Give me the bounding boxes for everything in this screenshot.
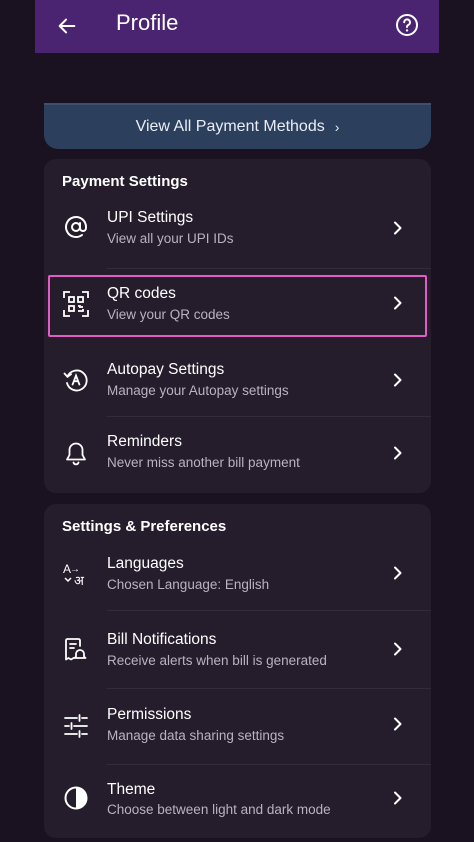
menu-item-languages[interactable]: A → अ Languages Chosen Language: English <box>44 544 431 616</box>
help-icon <box>396 14 418 36</box>
divider <box>107 610 431 611</box>
menu-item-title: UPI Settings <box>107 209 194 226</box>
autopay-icon <box>62 366 90 394</box>
at-icon <box>62 213 90 241</box>
language-icon: A → अ <box>62 560 90 588</box>
chevron-right-icon <box>394 717 402 731</box>
menu-item-permissions[interactable]: Permissions Manage data sharing settings <box>44 696 431 768</box>
view-all-payment-methods-label: View All Payment Methods <box>135 118 325 135</box>
menu-item-title: Reminders <box>107 433 182 450</box>
chevron-right-icon <box>394 373 402 387</box>
settings-preferences-heading: Settings & Preferences <box>62 518 227 535</box>
help-button[interactable] <box>394 12 420 38</box>
menu-item-upi-settings[interactable]: UPI Settings View all your UPI IDs <box>44 197 431 269</box>
bell-icon <box>62 440 90 468</box>
back-button[interactable] <box>53 12 81 40</box>
divider <box>107 688 431 689</box>
menu-item-title: Theme <box>107 781 156 798</box>
permissions-sliders-icon <box>62 712 90 740</box>
menu-item-subtitle: Chosen Language: English <box>107 577 270 592</box>
menu-item-theme[interactable]: Theme Choose between light and dark mode <box>44 772 431 842</box>
menu-item-autopay-settings[interactable]: Autopay Settings Manage your Autopay set… <box>44 347 431 419</box>
menu-item-title: Bill Notifications <box>107 631 217 648</box>
settings-preferences-card: Settings & Preferences A → अ Languages C… <box>44 504 431 838</box>
theme-icon <box>62 784 90 812</box>
bill-notification-icon <box>62 636 90 664</box>
menu-item-subtitle: Manage your Autopay settings <box>107 383 289 398</box>
chevron-right-icon <box>394 566 402 580</box>
menu-item-title: Permissions <box>107 706 192 723</box>
menu-item-subtitle: View all your UPI IDs <box>107 231 234 246</box>
menu-item-title: Languages <box>107 555 184 572</box>
menu-item-subtitle: Never miss another bill payment <box>107 455 300 470</box>
menu-item-subtitle: Receive alerts when bill is generated <box>107 653 327 668</box>
app-header: Profile <box>35 0 439 53</box>
chevron-right-icon <box>394 791 402 805</box>
divider <box>107 764 431 765</box>
chevron-right-icon <box>394 446 402 460</box>
divider <box>107 268 431 269</box>
qr-codes-highlight <box>48 275 427 337</box>
menu-item-subtitle: Manage data sharing settings <box>107 728 285 743</box>
menu-item-subtitle: Choose between light and dark mode <box>107 802 331 817</box>
menu-item-bill-notifications[interactable]: Bill Notifications Receive alerts when b… <box>44 620 431 692</box>
chevron-right-icon <box>394 642 402 656</box>
page-title: Profile <box>116 10 179 35</box>
svg-text:अ: अ <box>74 574 85 587</box>
chevron-right-icon: › <box>334 119 340 135</box>
divider <box>107 416 431 417</box>
chevron-right-icon <box>394 221 402 235</box>
screen: Profile View All Payment Methods › Payme… <box>0 0 474 842</box>
menu-item-reminders[interactable]: Reminders Never miss another bill paymen… <box>44 421 431 493</box>
menu-item-title: Autopay Settings <box>107 361 225 378</box>
view-all-payment-methods-button[interactable]: View All Payment Methods › <box>44 103 431 149</box>
payment-settings-heading: Payment Settings <box>62 173 188 190</box>
back-arrow-icon <box>58 18 76 34</box>
